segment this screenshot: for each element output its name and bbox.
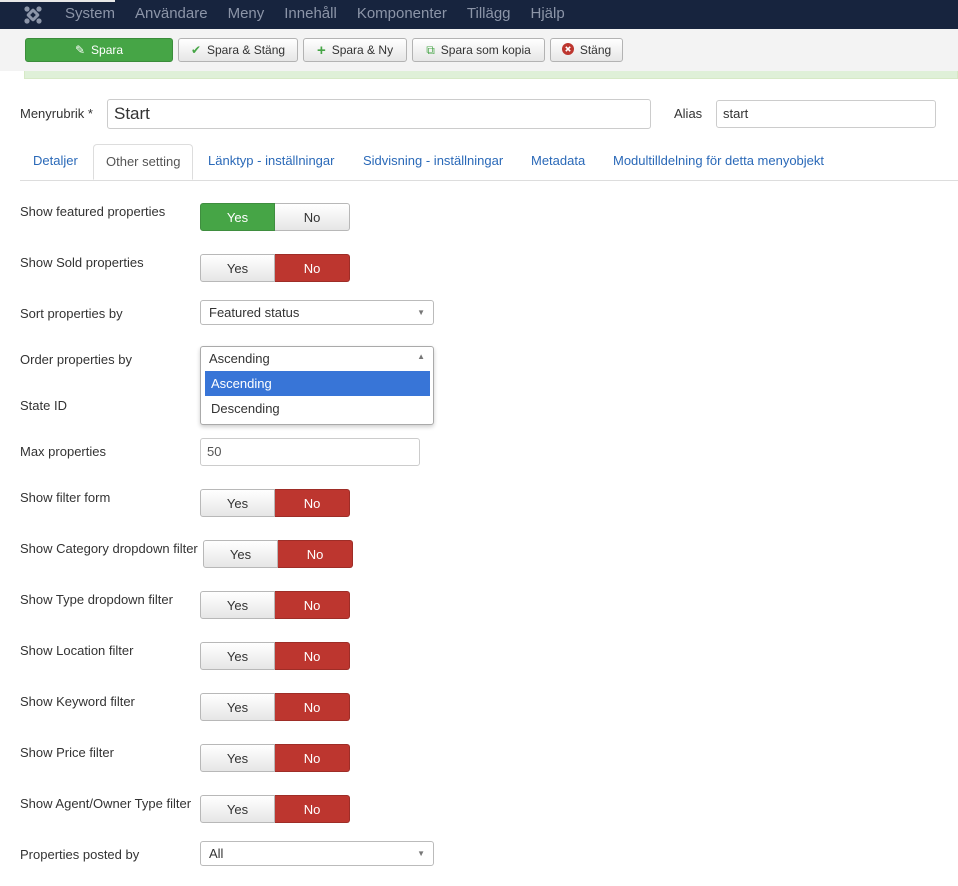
menu-help[interactable]: Hjälp — [531, 5, 565, 23]
location-yes-option[interactable]: Yes — [200, 642, 275, 670]
title-label: Menyrubrik * — [20, 106, 93, 121]
keyword-yes-option[interactable]: Yes — [200, 693, 275, 721]
plus-icon: + — [316, 41, 326, 59]
keyword-no-option[interactable]: No — [275, 693, 350, 721]
check-icon: ✔ — [190, 43, 201, 57]
alias-label: Alias — [674, 106, 703, 121]
agent-filter-toggle: Yes No — [200, 795, 350, 823]
save-copy-button[interactable]: ⧉ Spara som kopia — [412, 38, 545, 62]
price-yes-option[interactable]: Yes — [200, 744, 275, 772]
top-menu-bar: System Användare Meny Innehåll Komponent… — [0, 0, 958, 29]
max-properties-label: Max properties — [20, 444, 106, 459]
agent-yes-option[interactable]: Yes — [200, 795, 275, 823]
alias-input[interactable]: start — [716, 100, 936, 128]
sold-toggle: Yes No — [200, 254, 350, 282]
menu-extensions[interactable]: Tillägg — [467, 5, 511, 23]
tab-page-display[interactable]: Sidvisning - inställningar — [363, 144, 503, 179]
order-by-current-value: Ascending — [209, 351, 270, 366]
joomla-logo-icon[interactable] — [23, 5, 43, 25]
posted-by-select[interactable]: All ▼ — [200, 841, 434, 866]
message-bar — [24, 71, 958, 79]
category-filter-toggle: Yes No — [203, 540, 353, 568]
price-no-option[interactable]: No — [275, 744, 350, 772]
keyword-filter-label: Show Keyword filter — [20, 694, 135, 709]
save-button[interactable]: ✎ Spara — [25, 38, 173, 62]
menu-components[interactable]: Komponenter — [357, 5, 447, 23]
location-no-option[interactable]: No — [275, 642, 350, 670]
filter-form-label: Show filter form — [20, 490, 111, 505]
featured-label: Show featured properties — [20, 204, 166, 219]
featured-no-option[interactable]: No — [275, 203, 350, 231]
order-by-select-open[interactable]: Ascending ▲ Ascending Descending — [200, 346, 434, 425]
agent-no-option[interactable]: No — [275, 795, 350, 823]
copy-icon: ⧉ — [426, 43, 435, 57]
price-filter-toggle: Yes No — [200, 744, 350, 772]
menu-menus[interactable]: Meny — [228, 5, 265, 23]
chevron-down-icon: ▼ — [417, 849, 425, 858]
location-filter-label: Show Location filter — [20, 643, 134, 658]
tab-details[interactable]: Detaljer — [33, 144, 78, 179]
tab-link-type-options[interactable]: Länktyp - inställningar — [208, 144, 334, 179]
save-new-button[interactable]: + Spara & Ny — [303, 38, 407, 62]
filter-form-yes-option[interactable]: Yes — [200, 489, 275, 517]
order-option-ascending[interactable]: Ascending — [205, 371, 430, 396]
tab-metadata[interactable]: Metadata — [531, 144, 585, 179]
chevron-up-icon: ▲ — [417, 352, 425, 361]
edit-icon: ✎ — [74, 43, 86, 57]
agent-filter-label: Show Agent/Owner Type filter — [20, 796, 192, 811]
featured-yes-option[interactable]: Yes — [200, 203, 275, 231]
max-properties-input[interactable]: 50 — [200, 438, 420, 466]
filter-form-toggle: Yes No — [200, 489, 350, 517]
sort-by-select[interactable]: Featured status ▼ — [200, 300, 434, 325]
order-option-descending[interactable]: Descending — [205, 396, 430, 421]
state-id-label: State ID — [20, 398, 67, 413]
sort-by-label: Sort properties by — [20, 306, 123, 321]
tab-other-setting[interactable]: Other setting — [93, 144, 194, 180]
menu-users[interactable]: Användare — [135, 5, 208, 23]
tab-bar: Detaljer Other setting Länktyp - inställ… — [20, 144, 958, 181]
category-filter-label: Show Category dropdown filter — [20, 541, 198, 556]
price-filter-label: Show Price filter — [20, 745, 114, 760]
top-edge-line — [0, 0, 115, 2]
menu-system[interactable]: System — [65, 5, 115, 23]
filter-form-no-option[interactable]: No — [275, 489, 350, 517]
close-button[interactable]: Stäng — [550, 38, 623, 62]
sold-yes-option[interactable]: Yes — [200, 254, 275, 282]
type-filter-label: Show Type dropdown filter — [20, 592, 173, 607]
title-input[interactable]: Start — [107, 99, 651, 129]
type-no-option[interactable]: No — [275, 591, 350, 619]
location-filter-toggle: Yes No — [200, 642, 350, 670]
menu-content[interactable]: Innehåll — [284, 5, 337, 23]
save-close-button[interactable]: ✔ Spara & Stäng — [178, 38, 298, 62]
type-filter-toggle: Yes No — [200, 591, 350, 619]
sold-no-option[interactable]: No — [275, 254, 350, 282]
type-yes-option[interactable]: Yes — [200, 591, 275, 619]
category-no-option[interactable]: No — [278, 540, 353, 568]
sold-label: Show Sold properties — [20, 255, 144, 270]
featured-toggle: Yes No — [200, 203, 350, 231]
category-yes-option[interactable]: Yes — [203, 540, 278, 568]
order-by-label: Order properties by — [20, 352, 132, 367]
tab-module-assignment[interactable]: Modultilldelning för detta menyobjekt — [613, 144, 824, 179]
keyword-filter-toggle: Yes No — [200, 693, 350, 721]
posted-by-label: Properties posted by — [20, 847, 140, 862]
cancel-icon — [561, 43, 574, 57]
chevron-down-icon: ▼ — [417, 308, 425, 317]
